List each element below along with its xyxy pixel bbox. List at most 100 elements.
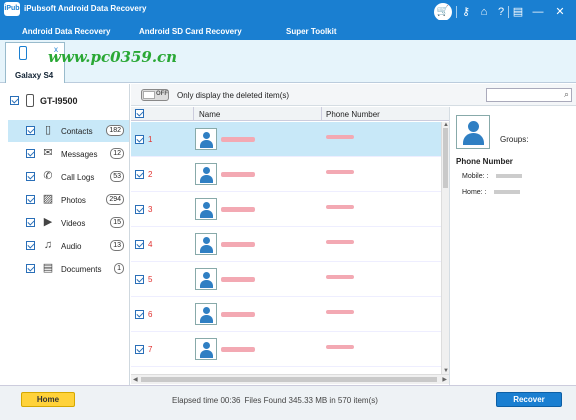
row-index: 3 <box>148 205 153 214</box>
contact-avatar-icon <box>195 128 217 150</box>
contact-name-redacted <box>221 172 255 177</box>
device-root-label: GT-I9500 <box>40 96 78 106</box>
table-row[interactable]: 7 <box>131 332 441 367</box>
list-header: Name Phone Number <box>131 107 449 121</box>
table-row[interactable]: 1 <box>131 122 441 157</box>
row-checkbox[interactable] <box>135 170 144 179</box>
contact-phone-redacted <box>326 310 354 314</box>
contact-name-redacted <box>221 277 255 282</box>
category-label: Videos <box>61 219 86 228</box>
table-row[interactable]: 4 <box>131 227 441 262</box>
row-checkbox[interactable] <box>135 240 144 249</box>
contact-phone-redacted <box>326 240 354 244</box>
contact-phone-redacted <box>326 205 354 209</box>
category-count: 182 <box>106 125 124 136</box>
category-count: 13 <box>110 240 124 251</box>
checkbox[interactable] <box>26 195 35 204</box>
category-label: Call Logs <box>61 173 95 182</box>
row-checkbox[interactable] <box>135 345 144 354</box>
category-call-logs[interactable]: ✆ Call Logs 53 <box>8 166 129 188</box>
category-audio[interactable]: ♫ Audio 13 <box>8 235 129 257</box>
category-count: 12 <box>110 148 124 159</box>
row-checkbox[interactable] <box>135 310 144 319</box>
row-index: 6 <box>148 310 153 319</box>
checkbox[interactable] <box>26 172 35 181</box>
phone-number-heading: Phone Number <box>456 157 513 166</box>
videos-icon: ▶ <box>43 216 53 228</box>
checkbox[interactable] <box>10 96 19 105</box>
contact-avatar-icon <box>195 268 217 290</box>
contact-avatar-icon <box>456 115 490 149</box>
toolbar-divider <box>456 6 457 18</box>
home-button[interactable]: Home <box>21 392 75 407</box>
checkbox[interactable] <box>26 241 35 250</box>
category-label: Contacts <box>61 127 93 136</box>
column-header-name[interactable]: Name <box>199 110 220 119</box>
register-icon[interactable]: ▤ <box>510 4 526 20</box>
scrollbar-thumb[interactable] <box>141 377 437 382</box>
scroll-right-icon[interactable]: ▶ <box>442 376 447 383</box>
contact-phone-redacted <box>326 135 354 139</box>
tab-android-sd-card-recovery[interactable]: Android SD Card Recovery <box>139 27 242 36</box>
checkbox[interactable] <box>26 149 35 158</box>
category-photos[interactable]: ▨ Photos 294 <box>8 189 129 211</box>
toggle-knob <box>143 91 155 99</box>
deleted-only-toggle[interactable]: OFF <box>141 89 169 101</box>
filter-bar: OFF Only display the deleted item(s) ⌕ <box>131 84 576 106</box>
category-contacts[interactable]: ▯ Contacts 182 <box>8 120 129 142</box>
table-row[interactable]: 3 <box>131 192 441 227</box>
mobile-value-redacted <box>496 174 522 178</box>
toolbar-divider <box>508 6 509 18</box>
search-icon[interactable]: ⌕ <box>564 89 569 100</box>
category-documents[interactable]: ▤ Documents 1 <box>8 258 129 280</box>
contact-name-redacted <box>221 207 255 212</box>
vertical-scrollbar[interactable]: ▲ ▼ <box>441 122 449 374</box>
status-bar: Home Elapsed time 00:36 Files Found 345.3… <box>0 385 576 420</box>
contact-phone-redacted <box>326 345 354 349</box>
home-value-redacted <box>494 190 520 194</box>
help-icon[interactable]: ? <box>493 4 509 20</box>
contact-avatar-icon <box>195 198 217 220</box>
contact-avatar-icon <box>195 233 217 255</box>
minimize-icon[interactable]: — <box>530 4 546 20</box>
close-icon[interactable]: ✕ <box>552 4 568 20</box>
contact-phone-redacted <box>326 275 354 279</box>
contact-name-redacted <box>221 137 255 142</box>
table-row[interactable]: 6 <box>131 297 441 332</box>
select-all-checkbox[interactable] <box>135 109 144 118</box>
files-found: Files Found 345.33 MB in 570 item(s) <box>244 396 378 405</box>
row-checkbox[interactable] <box>135 135 144 144</box>
window-title: iPubsoft Android Data Recovery <box>24 4 147 13</box>
recover-button[interactable]: Recover <box>496 392 562 407</box>
audio-icon: ♫ <box>43 239 53 251</box>
key-icon[interactable]: ⚷ <box>458 4 474 20</box>
table-row[interactable]: 5 <box>131 262 441 297</box>
tab-android-data-recovery[interactable]: Android Data Recovery <box>22 27 110 36</box>
checkbox[interactable] <box>26 218 35 227</box>
column-header-phone[interactable]: Phone Number <box>326 110 380 119</box>
watermark: www.pc0359.cn <box>48 48 178 66</box>
scrollbar-thumb[interactable] <box>443 128 448 188</box>
contact-name-redacted <box>221 312 255 317</box>
scroll-left-icon[interactable]: ◀ <box>133 376 138 383</box>
category-label: Photos <box>61 196 86 205</box>
cart-icon[interactable]: 🛒 <box>434 3 452 21</box>
phone-icon <box>26 94 34 107</box>
tab-super-toolkit[interactable]: Super Toolkit <box>286 27 337 36</box>
checkbox[interactable] <box>26 264 35 273</box>
contacts-list: 1 2 3 4 5 6 7 <box>131 122 441 374</box>
contact-name-redacted <box>221 347 255 352</box>
checkbox[interactable] <box>26 126 35 135</box>
horizontal-scrollbar[interactable]: ◀ ▶ <box>131 374 449 384</box>
table-row[interactable]: 2 <box>131 157 441 192</box>
category-videos[interactable]: ▶ Videos 15 <box>8 212 129 234</box>
app-logo: iPub <box>4 2 20 16</box>
row-checkbox[interactable] <box>135 275 144 284</box>
category-messages[interactable]: ✉ Messages 12 <box>8 143 129 165</box>
category-count: 15 <box>110 217 124 228</box>
contact-name-redacted <box>221 242 255 247</box>
search-input[interactable]: ⌕ <box>486 88 572 102</box>
category-label: Audio <box>61 242 82 251</box>
row-checkbox[interactable] <box>135 205 144 214</box>
home-icon[interactable]: ⌂ <box>476 4 492 20</box>
